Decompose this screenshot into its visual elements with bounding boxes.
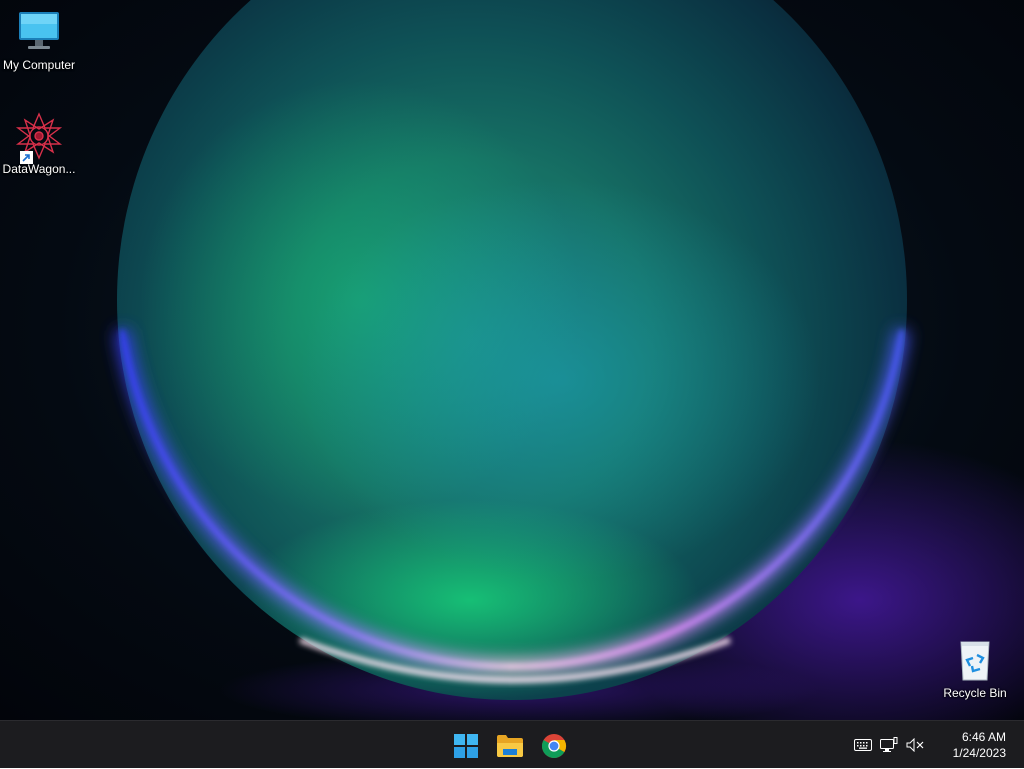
monitor-icon [15, 8, 63, 56]
volume-muted-icon[interactable] [902, 729, 928, 761]
wallpaper [0, 0, 1024, 720]
desktop[interactable]: My Computer DataWagon... Recycle Bin [0, 0, 1024, 720]
folder-icon [497, 735, 523, 757]
desktop-icon-datawagon[interactable]: DataWagon... [0, 112, 79, 176]
chrome-button[interactable] [532, 726, 576, 766]
windows-start-icon [454, 734, 478, 758]
clock-date: 1/24/2023 [952, 746, 1006, 760]
desktop-icon-my-computer[interactable]: My Computer [0, 8, 79, 72]
chrome-icon [541, 734, 567, 759]
recycle-bin-icon [951, 636, 999, 684]
system-tray: 6:46 AM 1/24/2023 [850, 721, 1024, 769]
shortcut-arrow-icon [20, 151, 33, 164]
clock-time: 6:46 AM [961, 730, 1006, 744]
start-button[interactable] [444, 726, 488, 766]
desktop-icon-recycle-bin[interactable]: Recycle Bin [935, 636, 1015, 700]
desktop-icon-label: DataWagon... [2, 162, 76, 176]
desktop-icon-label: Recycle Bin [943, 686, 1007, 700]
desktop-icon-label: My Computer [2, 58, 76, 72]
datawagon-icon [15, 112, 63, 164]
taskbar: 6:46 AM 1/24/2023 [0, 720, 1024, 768]
taskbar-clock[interactable]: 6:46 AM 1/24/2023 [934, 729, 1020, 761]
network-icon[interactable] [876, 729, 902, 761]
file-explorer-button[interactable] [488, 726, 532, 766]
keyboard-icon[interactable] [850, 729, 876, 761]
taskbar-apps [444, 721, 576, 769]
